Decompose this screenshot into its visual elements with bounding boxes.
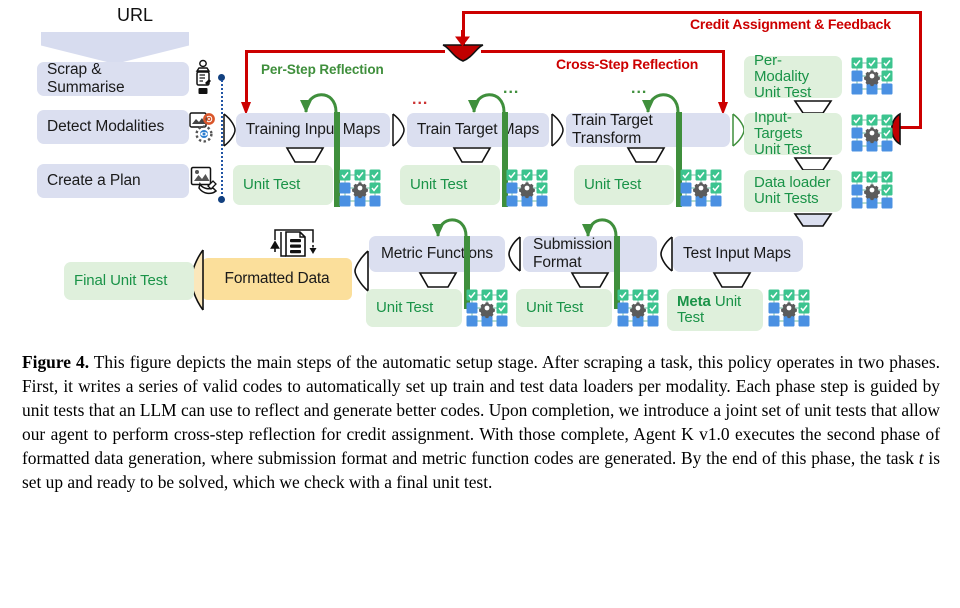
- credit-line-top: [462, 11, 922, 14]
- pipeline-box-test-input-maps[interactable]: Test Input Maps: [673, 236, 803, 272]
- meta-prefix: Meta: [677, 293, 711, 311]
- pipeline-box-metric-functions[interactable]: Metric Functions: [369, 236, 505, 272]
- cross-step-reflection-label: Cross-Step Reflection: [556, 56, 699, 72]
- reflection-arc-3-icon: [430, 208, 474, 238]
- test-grid-icon-5: [848, 170, 896, 210]
- step-create-a-plan[interactable]: Create a Plan: [37, 164, 189, 198]
- pipeline-label: Train Target Maps: [416, 121, 540, 138]
- unit-test-label: Unit Test: [410, 176, 468, 194]
- per-step-reflection-label: Per-Step Reflection: [261, 62, 384, 77]
- ellipsis-green-0: ...: [503, 80, 520, 97]
- unit-test-box-2[interactable]: Unit Test: [574, 165, 674, 205]
- credit-assignment-label: Credit Assignment & Feedback: [690, 16, 891, 32]
- final-unit-test-box[interactable]: Final Unit Test: [64, 262, 194, 300]
- unit-test-label: Unit Test: [376, 299, 434, 317]
- chevron-sep-1-icon: [391, 113, 407, 147]
- joint-test-data-loader[interactable]: Data loader Unit Tests: [744, 170, 842, 212]
- test-grid-icon-8: [765, 288, 813, 328]
- reflection-arc-4-icon: [580, 208, 624, 238]
- pipeline-box-train-target-transform[interactable]: Train Target Transform: [566, 112, 730, 147]
- pipeline-label: Training Input Maps: [245, 121, 381, 138]
- step-detect-modalities[interactable]: Detect Modalities: [37, 110, 189, 144]
- pipeline-label: Train Target Transform: [572, 112, 653, 147]
- joint-test-per-modality[interactable]: Per- Modality Unit Test: [744, 52, 842, 101]
- unit-test-label: Meta Unit Test: [677, 293, 742, 326]
- cross-step-red-down: [722, 50, 725, 107]
- pipeline-label: Submission Format: [533, 236, 613, 271]
- per-step-red-down: [245, 50, 248, 107]
- chevron-sep-2-icon: [550, 113, 566, 147]
- flow-arrow-down-1-icon: [452, 146, 492, 164]
- step-label: Create a Plan: [47, 172, 141, 189]
- chevron-left-sep-2-icon: [351, 250, 370, 292]
- figure-diagram: URL Scrap & Summarise Detect Modalities …: [0, 0, 960, 340]
- credit-line-right: [919, 11, 922, 129]
- pipeline-label: Metric Functions: [380, 245, 494, 262]
- per-step-red-line: [245, 50, 445, 53]
- modality-gears-icon: [188, 110, 222, 150]
- flow-arrow-down-5-icon: [712, 271, 752, 289]
- step-label: Detect Modalities: [47, 118, 165, 135]
- caption-label: Figure 4.: [22, 352, 90, 372]
- formatted-data-box[interactable]: Formatted Data: [202, 258, 352, 300]
- chevron-left-sep-1-icon: [505, 236, 522, 272]
- test-grid-icon-2: [677, 168, 725, 208]
- cross-step-down-arrow-icon: [455, 30, 471, 47]
- figure-caption: Figure 4. This figure depicts the main s…: [22, 350, 940, 495]
- pipeline-box-submission-format[interactable]: Submission Format: [523, 236, 657, 272]
- unit-test-label: Unit Test: [526, 299, 584, 317]
- test-grid-icon-1: [503, 168, 551, 208]
- pipeline-box-training-input-maps[interactable]: Training Input Maps: [236, 113, 390, 147]
- scraper-icon: [190, 59, 216, 99]
- ellipsis-green-1: ...: [631, 80, 648, 97]
- unit-test-box-1[interactable]: Unit Test: [400, 165, 500, 205]
- test-grid-icon-3: [848, 56, 896, 96]
- pipeline-box-train-target-maps[interactable]: Train Target Maps: [407, 113, 549, 147]
- flow-arrow-down-0-icon: [285, 146, 325, 164]
- joint-test-label: Per- Modality Unit Test: [754, 52, 812, 101]
- joint-test-input-targets[interactable]: Input-Targets Unit Test: [744, 109, 842, 158]
- url-label: URL: [116, 5, 153, 25]
- joint-flow-arrow-2-icon: [793, 212, 833, 228]
- unit-test-box-3[interactable]: Unit Test: [366, 289, 462, 327]
- flow-arrow-down-2-icon: [626, 146, 666, 164]
- joint-test-label: Input-Targets Unit Test: [754, 109, 812, 158]
- unit-test-box-meta[interactable]: Meta Unit Test: [667, 289, 763, 331]
- test-grid-icon-0: [336, 168, 384, 208]
- flow-arrow-down-3-icon: [418, 271, 458, 289]
- caption-text: This figure depicts the main steps of th…: [22, 352, 940, 469]
- joint-test-label: Data loader Unit Tests: [754, 174, 831, 207]
- dotted-line-node-bottom: [218, 196, 225, 203]
- final-unit-test-label: Final Unit Test: [74, 272, 168, 290]
- plan-hand-icon: [189, 165, 223, 199]
- unit-test-label: Unit Test: [584, 176, 642, 194]
- document-io-icon: [263, 226, 325, 262]
- cross-step-red-line: [481, 50, 725, 53]
- pipeline-label: Test Input Maps: [683, 245, 791, 262]
- test-grid-icon-7: [614, 288, 662, 328]
- step-label: Scrap & Summarise: [47, 61, 125, 96]
- reflection-arc-0-icon: [298, 82, 344, 114]
- unit-test-box-4[interactable]: Unit Test: [516, 289, 612, 327]
- ellipsis-red-0: ...: [412, 91, 429, 108]
- test-grid-icon-4: [848, 113, 896, 153]
- test-grid-icon-6: [463, 288, 511, 328]
- url-chevron-icon: [41, 32, 189, 64]
- chevron-left-sep-0-icon: [657, 236, 674, 272]
- flow-arrow-down-4-icon: [570, 271, 610, 289]
- cross-step-arrowhead-icon: [441, 43, 485, 63]
- step-scrap-summarise[interactable]: Scrap & Summarise: [37, 61, 189, 96]
- unit-test-box-0[interactable]: Unit Test: [233, 165, 333, 205]
- formatted-data-label: Formatted Data: [224, 270, 330, 287]
- unit-test-label: Unit Test: [243, 176, 301, 194]
